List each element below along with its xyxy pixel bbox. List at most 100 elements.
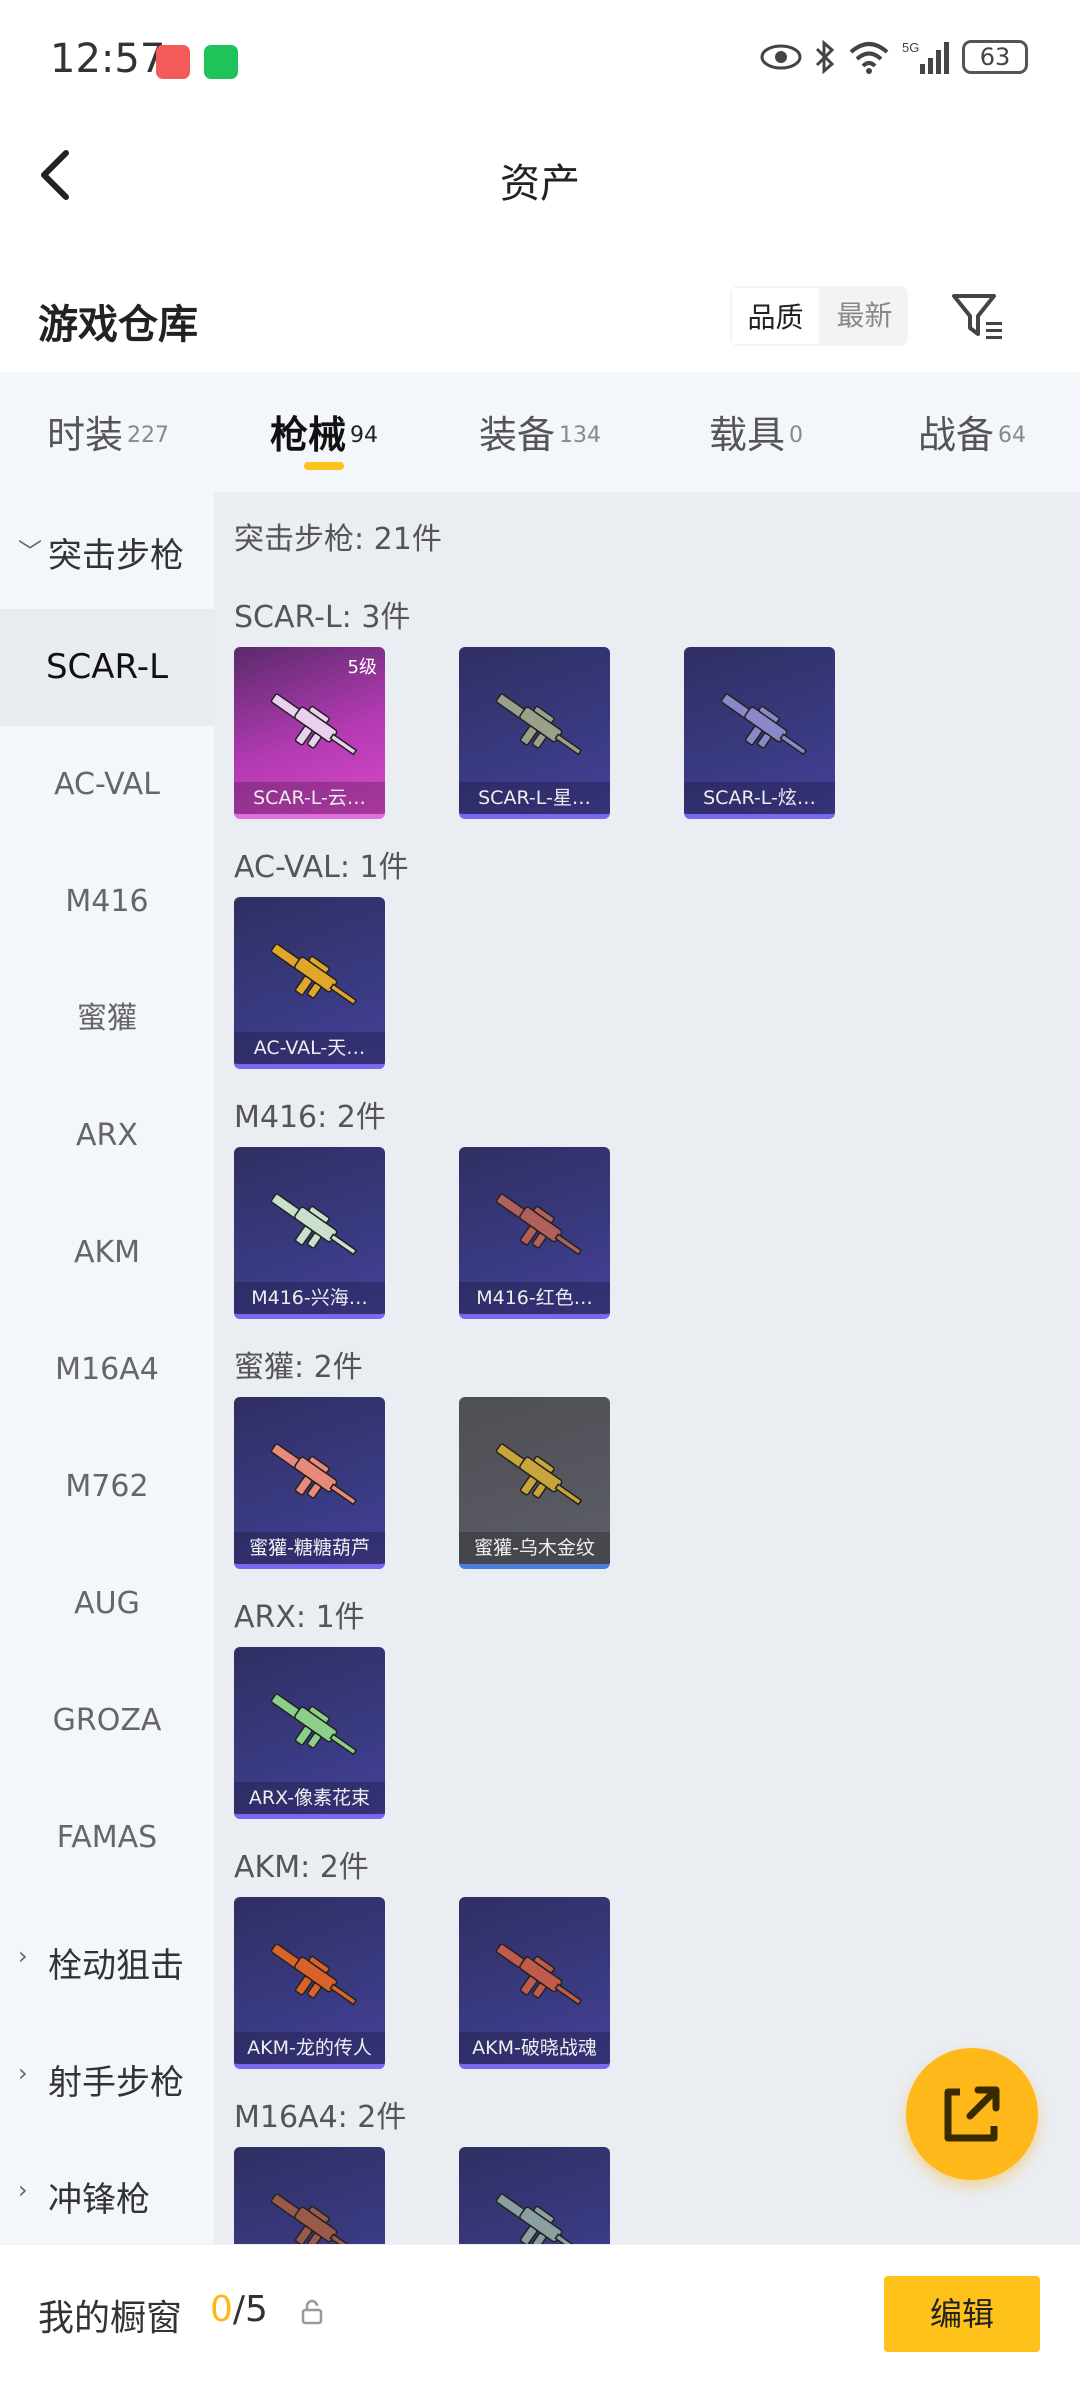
sidebar-item-groza[interactable]: GROZA [0, 1662, 214, 1779]
filter-icon[interactable] [950, 288, 1006, 344]
sort-quality-button[interactable]: 品质 [730, 286, 821, 346]
rifle-image [270, 1443, 358, 1506]
warehouse-row: 游戏仓库 品质 最新 [0, 268, 1080, 368]
sidebar-item-ac-val[interactable]: AC-VAL [0, 726, 214, 843]
weapon-card[interactable]: SCAR-L-星… [459, 647, 610, 819]
tab-count: 94 [350, 422, 378, 448]
sidebar-category-marksman[interactable]: › 射手步枪 [0, 2037, 214, 2117]
sidebar-category-assault-rifle[interactable]: ﹀ 突击步枪 [0, 510, 214, 590]
sidebar-item-akm[interactable]: AKM [0, 1194, 214, 1311]
weapon-card[interactable]: M416-红色… [459, 1147, 610, 1319]
tab-count: 64 [998, 422, 1026, 448]
weapon-card[interactable]: 蜜獾-乌木金纹 [459, 1397, 610, 1569]
tab-vehicles[interactable]: 载具 0 [648, 372, 864, 492]
tab-fashion[interactable]: 时装 227 [0, 372, 216, 492]
eye-icon [760, 44, 802, 70]
rifle-image [720, 693, 808, 756]
weapon-card-name: 蜜獾-糖糖葫芦 [234, 1532, 385, 1564]
tab-label: 时装 [46, 413, 123, 457]
category-tabs: 时装 227 枪械 94 装备 134 载具 0 战备 64 [0, 372, 1080, 492]
wechat-notification-icon [204, 45, 238, 79]
sort-toggle: 品质 最新 [730, 286, 908, 346]
edit-button[interactable]: 编辑 [884, 2276, 1040, 2352]
sort-latest-button[interactable]: 最新 [821, 286, 908, 346]
weapon-card[interactable] [234, 2147, 385, 2244]
tab-equipment[interactable]: 装备 134 [432, 372, 648, 492]
sidebar-item-m416[interactable]: M416 [0, 843, 214, 960]
tab-guns[interactable]: 枪械 94 [216, 372, 432, 492]
app-notification-icon [156, 45, 190, 79]
rifle-image [270, 693, 358, 756]
header: 资产 [0, 125, 1080, 225]
group-title: ARX: 1件 [234, 1600, 365, 1635]
group-title: M416: 2件 [234, 1100, 386, 1135]
chevron-right-icon: › [18, 2059, 28, 2087]
sidebar-item-arx[interactable]: ARX [0, 1077, 214, 1194]
sidebar-item-scar-l[interactable]: SCAR-L [0, 609, 214, 726]
group-title: M16A4: 2件 [234, 2100, 407, 2135]
weapon-card[interactable]: ARX-像素花束 [234, 1647, 385, 1819]
page-title: 资产 [500, 161, 580, 207]
weapon-card-name: AKM-破晓战魂 [459, 2032, 610, 2064]
sidebar-item-famas[interactable]: FAMAS [0, 1779, 214, 1896]
weapon-sidebar: ﹀ 突击步枪 SCAR-L AC-VAL M416 蜜獾 ARX AKM M16A… [0, 492, 214, 2244]
section-title: 突击步枪: 21件 [234, 522, 442, 557]
signal-icon: 5G [902, 40, 949, 74]
sidebar-item-m16a4[interactable]: M16A4 [0, 1311, 214, 1428]
sidebar-item-honey-badger[interactable]: 蜜獾 [0, 960, 214, 1077]
showcase-count: 0/5 [210, 2289, 268, 2330]
weapon-card-name: SCAR-L-星… [459, 782, 610, 814]
weapon-card[interactable]: 蜜獾-糖糖葫芦 [234, 1397, 385, 1569]
showcase-total: /5 [232, 2289, 268, 2330]
sidebar-category-label: 射手步枪 [48, 2063, 184, 2103]
rifle-image [495, 1443, 583, 1506]
group-title: 蜜獾: 2件 [234, 1350, 363, 1385]
weapon-card-name: AC-VAL-天… [234, 1032, 385, 1064]
showcase-current: 0 [210, 2289, 233, 2330]
rifle-image [495, 693, 583, 756]
rifle-image [270, 1693, 358, 1756]
share-fab-button[interactable] [906, 2048, 1038, 2180]
rifle-image [270, 1943, 358, 2006]
weapon-card[interactable]: AKM-龙的传人 [234, 1897, 385, 2069]
sidebar-category-label: 冲锋枪 [48, 2180, 150, 2220]
rifle-image [270, 943, 358, 1006]
status-time: 12:57 [50, 36, 166, 82]
wifi-icon [849, 42, 889, 74]
chevron-down-icon: ﹀ [18, 538, 42, 566]
weapon-card-name: 蜜獾-乌木金纹 [459, 1532, 610, 1564]
chevron-right-icon: › [18, 1942, 28, 1970]
tab-supplies[interactable]: 战备 64 [864, 372, 1080, 492]
weapon-card-name: ARX-像素花束 [234, 1782, 385, 1814]
weapon-card[interactable] [459, 2147, 610, 2244]
status-bar: 12:57 5G 63 [0, 0, 1080, 125]
rifle-image [495, 1193, 583, 1256]
sidebar-category-smg[interactable]: › 冲锋枪 [0, 2154, 214, 2234]
tab-count: 227 [127, 422, 169, 448]
sidebar-item-m762[interactable]: M762 [0, 1428, 214, 1545]
external-link-icon [944, 2086, 1000, 2142]
svg-text:5G: 5G [902, 40, 919, 55]
status-icons: 5G 63 [760, 40, 1028, 74]
tab-label: 枪械 [269, 413, 346, 457]
weapon-card[interactable]: AKM-破晓战魂 [459, 1897, 610, 2069]
weapon-grid: 突击步枪: 21件 SCAR-L: 3件 5级 SCAR-L-云… SCAR-L… [214, 492, 1080, 2244]
weapon-card[interactable]: M416-兴海… [234, 1147, 385, 1319]
level-badge: 5级 [347, 657, 377, 678]
sidebar-item-aug[interactable]: AUG [0, 1545, 214, 1662]
tab-count: 0 [789, 422, 803, 448]
battery-indicator: 63 [962, 40, 1028, 74]
sidebar-category-label: 栓动狙击 [48, 1946, 184, 1986]
weapon-card[interactable]: 5级 SCAR-L-云… [234, 647, 385, 819]
sidebar-category-bolt-sniper[interactable]: › 栓动狙击 [0, 1920, 214, 2000]
chevron-right-icon: › [18, 2176, 28, 2204]
rifle-image [495, 2193, 583, 2244]
bottom-bar: 我的橱窗 0/5 编辑 [0, 2244, 1080, 2381]
warehouse-title: 游戏仓库 [38, 302, 198, 348]
weapon-card[interactable]: AC-VAL-天… [234, 897, 385, 1069]
weapon-card-name: SCAR-L-云… [234, 782, 385, 814]
rifle-image [495, 1943, 583, 2006]
weapon-card-name: M416-兴海… [234, 1282, 385, 1314]
showcase-label: 我的橱窗 [38, 2298, 183, 2339]
weapon-card[interactable]: SCAR-L-炫… [684, 647, 835, 819]
